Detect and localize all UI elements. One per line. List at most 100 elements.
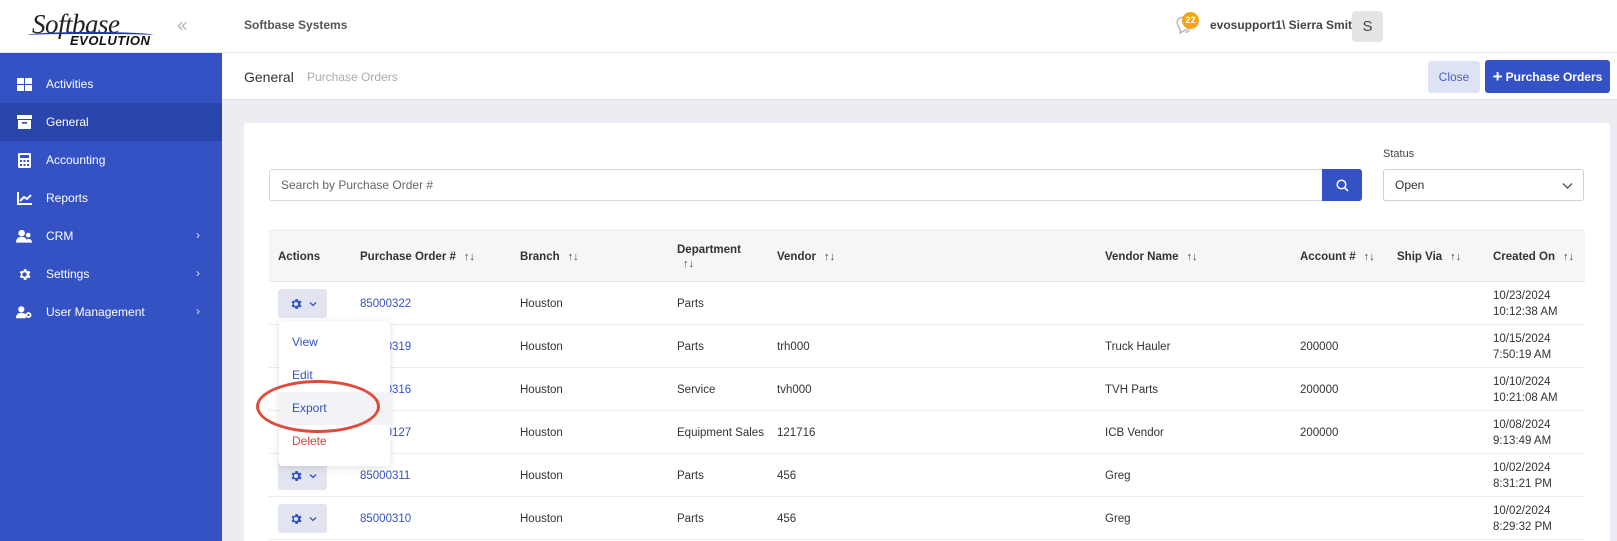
row-actions-button[interactable] <box>278 289 327 318</box>
sidebar-item-activities[interactable]: Activities <box>0 65 222 103</box>
account-cell: 200000 <box>1300 340 1339 353</box>
po-number-link[interactable]: 85000310 <box>360 497 411 540</box>
branch-cell: Houston <box>520 512 563 525</box>
table-row: 85000322 Houston Parts 10/23/2024 10:12:3… <box>269 282 1585 325</box>
vendor-name-cell: ICB Vendor <box>1105 426 1164 439</box>
po-number-link[interactable]: 85000322 <box>360 282 411 325</box>
search-button[interactable] <box>1322 169 1362 201</box>
menu-item-view[interactable]: View <box>279 326 390 359</box>
column-vendor-name[interactable]: Vendor Name ↑↓ <box>1105 231 1198 283</box>
sidebar-item-label: CRM <box>46 229 74 243</box>
breadcrumb-page: Purchase Orders <box>307 70 398 84</box>
breadcrumb-section[interactable]: General <box>244 69 294 85</box>
branch-cell: Houston <box>520 469 563 482</box>
department-cell: Parts <box>677 512 704 525</box>
logo-subtext: EVOLUTION <box>70 33 151 48</box>
chevron-right-icon: › <box>196 304 200 318</box>
sidebar-item-label: Settings <box>46 267 90 281</box>
sidebar-item-user-management[interactable]: User Management › <box>0 293 222 331</box>
chevron-right-icon: › <box>196 228 200 242</box>
column-department[interactable]: Department ↑↓ <box>677 231 741 283</box>
department-cell: Equipment Sales <box>677 426 764 439</box>
sidebar-nav: Activities General Accounting Reports CR… <box>0 65 222 331</box>
column-created-on[interactable]: Created On ↑↓ <box>1493 231 1574 283</box>
sort-icon[interactable]: ↑↓ <box>1450 251 1461 263</box>
sidebar-item-settings[interactable]: Settings › <box>0 255 222 293</box>
chevron-down-icon <box>1562 183 1573 189</box>
vendor-name-cell: Greg <box>1105 469 1131 482</box>
sort-icon[interactable]: ↑↓ <box>464 251 475 263</box>
column-vendor[interactable]: Vendor ↑↓ <box>777 231 835 283</box>
topbar: Softbase Systems <box>222 0 1617 53</box>
table-header: Actions Purchase Order # ↑↓ Branch ↑↓ Depa… <box>269 230 1585 282</box>
user-name[interactable]: evosupport1\ Sierra Smith <box>1210 18 1359 32</box>
sidebar-item-label: Activities <box>46 77 94 91</box>
vendor-name-cell: Greg <box>1105 512 1131 525</box>
created-on-cell: 10/02/2024 8:31:21 PM <box>1493 461 1552 490</box>
branch-cell: Houston <box>520 297 563 310</box>
table-row: 85000310 Houston Parts 456 Greg 10/02/20… <box>269 497 1585 540</box>
sort-icon[interactable]: ↑↓ <box>1364 251 1375 263</box>
close-button[interactable]: Close <box>1428 61 1480 93</box>
company-name: Softbase Systems <box>244 18 348 32</box>
department-cell: Service <box>677 383 716 396</box>
sort-icon[interactable]: ↑↓ <box>1563 251 1574 263</box>
plus-icon: + <box>1492 67 1503 86</box>
status-label: Status <box>1383 148 1415 160</box>
add-purchase-order-button[interactable]: + Purchase Orders <box>1485 60 1610 93</box>
chevron-down-icon <box>309 301 316 306</box>
created-on-cell: 10/10/2024 10:21:08 AM <box>1493 375 1558 404</box>
vendor-cell: 121716 <box>777 426 816 439</box>
gear-icon <box>291 513 302 524</box>
sidebar-item-label: User Management <box>46 305 145 319</box>
sort-icon[interactable]: ↑↓ <box>568 251 579 263</box>
vendor-cell: 456 <box>777 512 797 525</box>
annotation-circle <box>256 380 380 433</box>
search-input[interactable] <box>269 169 1323 201</box>
vendor-cell: 456 <box>777 469 797 482</box>
row-actions-button[interactable] <box>278 504 327 533</box>
users-icon <box>16 228 32 244</box>
avatar[interactable]: S <box>1352 11 1383 42</box>
archive-icon <box>16 114 32 130</box>
created-on-cell: 10/15/2024 7:50:19 AM <box>1493 332 1552 361</box>
column-account[interactable]: Account # ↑↓ <box>1300 231 1375 283</box>
gear-icon <box>291 470 302 481</box>
calculator-icon <box>16 152 32 168</box>
department-cell: Parts <box>677 469 704 482</box>
sidebar-item-reports[interactable]: Reports <box>0 179 222 217</box>
sort-icon[interactable]: ↑↓ <box>683 258 694 270</box>
sidebar-item-accounting[interactable]: Accounting <box>0 141 222 179</box>
add-button-label: Purchase Orders <box>1505 70 1603 84</box>
grid-icon <box>16 76 32 92</box>
table-row: 85000311 Houston Parts 456 Greg 10/02/20… <box>269 454 1585 497</box>
chevron-right-icon: › <box>196 266 200 280</box>
sidebar-item-general[interactable]: General <box>0 103 222 141</box>
chevron-down-icon <box>309 516 316 521</box>
sidebar-item-label: Accounting <box>46 153 106 167</box>
notification-badge: 22 <box>1182 12 1199 29</box>
table-row: 85000127 Houston Equipment Sales 121716 … <box>269 411 1585 454</box>
sidebar-item-crm[interactable]: CRM › <box>0 217 222 255</box>
sort-icon[interactable]: ↑↓ <box>824 251 835 263</box>
branch-cell: Houston <box>520 426 563 439</box>
gear-icon <box>16 266 32 282</box>
purchase-orders-table: Actions Purchase Order # ↑↓ Branch ↑↓ Depa… <box>269 230 1585 540</box>
chart-line-icon <box>16 190 32 206</box>
branch-cell: Houston <box>520 383 563 396</box>
gear-icon <box>291 298 302 309</box>
status-value: Open <box>1395 178 1425 192</box>
sort-icon[interactable]: ↑↓ <box>1187 251 1198 263</box>
column-branch[interactable]: Branch ↑↓ <box>520 231 579 283</box>
logo[interactable]: Softbase EVOLUTION « <box>0 0 222 53</box>
sidebar-item-label: Reports <box>46 191 89 205</box>
table-row: 85000316 Houston Service tvh000 TVH Part… <box>269 368 1585 411</box>
sidebar-item-label: General <box>46 115 89 129</box>
column-purchase-order[interactable]: Purchase Order # ↑↓ <box>360 231 475 283</box>
created-on-cell: 10/23/2024 10:12:38 AM <box>1493 289 1558 318</box>
department-cell: Parts <box>677 340 704 353</box>
collapse-sidebar-icon[interactable]: « <box>176 14 188 36</box>
column-ship-via[interactable]: Ship Via ↑↓ <box>1397 231 1461 283</box>
status-select[interactable]: Open <box>1383 169 1584 201</box>
account-cell: 200000 <box>1300 426 1339 439</box>
